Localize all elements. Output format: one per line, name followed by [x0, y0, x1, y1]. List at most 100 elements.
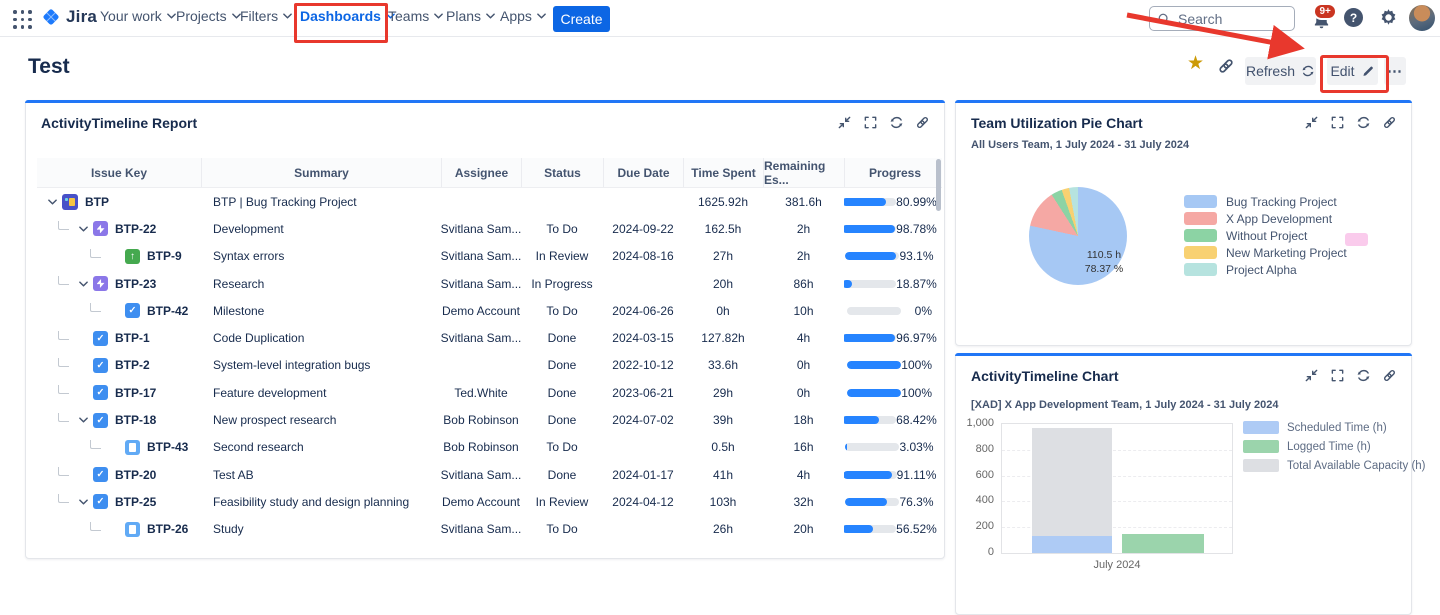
column-header[interactable]: Status: [521, 158, 603, 187]
collapse-icon[interactable]: [1304, 115, 1319, 130]
table-row[interactable]: ↑BTP-9Syntax errorsSvitlana Sam...In Rev…: [37, 243, 942, 270]
legend-item[interactable]: X App Development: [1184, 212, 1347, 225]
due-cell: 2024-01-17: [603, 468, 683, 482]
column-header[interactable]: Time Spent: [683, 158, 763, 187]
issue-key[interactable]: BTP: [85, 195, 109, 209]
issue-key-cell: ✓BTP-25: [37, 494, 201, 509]
refresh-icon[interactable]: [1356, 115, 1371, 130]
favorite-star-icon[interactable]: ★: [1187, 54, 1204, 73]
table-row[interactable]: ✓BTP-20Test ABSvitlana Sam...Done2024-01…: [37, 461, 942, 488]
nav-item-filters[interactable]: Filters: [240, 8, 292, 24]
issue-key[interactable]: BTP-1: [115, 331, 150, 345]
x-axis-label: July 2024: [1001, 559, 1233, 571]
link-icon[interactable]: [1382, 115, 1397, 130]
table-row[interactable]: BTPBTP | Bug Tracking Project1625.92h381…: [37, 188, 942, 215]
table-row[interactable]: ✓BTP-25Feasibility study and design plan…: [37, 488, 942, 515]
issue-key[interactable]: BTP-25: [115, 495, 156, 509]
refresh-icon[interactable]: [1356, 368, 1371, 383]
issue-key[interactable]: BTP-2: [115, 358, 150, 372]
issue-key[interactable]: BTP-42: [147, 304, 188, 318]
table-row[interactable]: BTP-23ResearchSvitlana Sam...In Progress…: [37, 270, 942, 297]
column-header[interactable]: Summary: [201, 158, 441, 187]
edit-button-label: Edit: [1330, 63, 1354, 79]
column-header[interactable]: Assignee: [441, 158, 521, 187]
search-box[interactable]: [1149, 6, 1295, 31]
nav-item-your-work[interactable]: Your work: [100, 8, 176, 24]
nav-item-label: Dashboards: [300, 8, 381, 24]
issue-key-cell: ✓BTP-42: [37, 303, 201, 318]
remaining-cell: 86h: [763, 277, 844, 291]
issue-key[interactable]: BTP-18: [115, 413, 156, 427]
nav-item-plans[interactable]: Plans: [446, 8, 495, 24]
table-scrollbar[interactable]: [936, 159, 941, 211]
legend-label: Total Available Capacity (h): [1287, 460, 1426, 472]
issue-key[interactable]: BTP-17: [115, 386, 156, 400]
legend-item[interactable]: Bug Tracking Project: [1184, 195, 1347, 208]
copy-link-icon[interactable]: [1217, 57, 1235, 75]
table-row[interactable]: ✓BTP-17Feature developmentTed.WhiteDone2…: [37, 379, 942, 406]
nav-item-apps[interactable]: Apps: [500, 8, 546, 24]
legend-item[interactable]: Logged Time (h): [1243, 440, 1426, 453]
table-row[interactable]: ✓BTP-2System-level integration bugsDone2…: [37, 352, 942, 379]
chevron-down-icon: [537, 13, 546, 19]
remaining-cell: 381.6h: [763, 195, 844, 209]
column-header[interactable]: Remaining Es...: [763, 158, 844, 187]
issue-key[interactable]: BTP-22: [115, 222, 156, 236]
app-switcher-icon[interactable]: [12, 9, 33, 30]
link-icon[interactable]: [915, 115, 930, 130]
search-input[interactable]: [1176, 10, 1280, 28]
expand-icon[interactable]: [1330, 368, 1345, 383]
column-header[interactable]: Progress: [844, 158, 942, 187]
refresh-button[interactable]: Refresh: [1245, 57, 1316, 85]
legend-item[interactable]: Project Alpha: [1184, 263, 1347, 276]
notifications-button[interactable]: 9+: [1310, 7, 1336, 33]
edit-button[interactable]: Edit: [1327, 57, 1378, 85]
expand-chevron-icon[interactable]: [75, 226, 91, 232]
summary-cell: Test AB: [201, 468, 441, 482]
assignee-cell: Svitlana Sam...: [441, 331, 521, 345]
table-row[interactable]: ✓BTP-1Code DuplicationSvitlana Sam...Don…: [37, 324, 942, 351]
expand-chevron-icon[interactable]: [44, 199, 60, 205]
nav-item-dashboards[interactable]: Dashboards: [300, 8, 395, 24]
expand-chevron-icon[interactable]: [75, 499, 91, 505]
tree-connector: [58, 358, 69, 367]
spent-cell: 39h: [683, 413, 763, 427]
help-button[interactable]: ?: [1344, 8, 1363, 27]
bar-chart-plot[interactable]: [1001, 423, 1233, 554]
expand-chevron-icon[interactable]: [75, 281, 91, 287]
nav-item-teams[interactable]: Teams: [388, 8, 443, 24]
settings-gear-icon[interactable]: [1379, 8, 1398, 27]
expand-chevron-icon[interactable]: [75, 417, 91, 423]
collapse-icon[interactable]: [837, 115, 852, 130]
expand-icon[interactable]: [1330, 115, 1345, 130]
expand-icon[interactable]: [863, 115, 878, 130]
issue-key[interactable]: BTP-26: [147, 522, 188, 536]
create-button[interactable]: Create: [553, 6, 610, 32]
legend-item[interactable]: Scheduled Time (h): [1243, 421, 1426, 434]
collapse-icon[interactable]: [1304, 368, 1319, 383]
table-row[interactable]: ✓BTP-18New prospect researchBob Robinson…: [37, 406, 942, 433]
issue-key[interactable]: BTP-43: [147, 440, 188, 454]
legend-item[interactable]: Total Available Capacity (h): [1243, 459, 1426, 472]
issue-key[interactable]: BTP-9: [147, 249, 182, 263]
progress-percent: 100%: [901, 358, 942, 372]
legend-item[interactable]: Without Project: [1184, 229, 1347, 242]
legend-item[interactable]: New Marketing Project: [1184, 246, 1347, 259]
issue-key[interactable]: BTP-20: [115, 468, 156, 482]
jira-logo[interactable]: Jira: [40, 6, 97, 28]
more-options-button[interactable]: ⋯: [1384, 57, 1406, 85]
table-row[interactable]: BTP-26StudySvitlana Sam...To Do26h20h56.…: [37, 516, 942, 543]
table-row[interactable]: BTP-22DevelopmentSvitlana Sam...To Do202…: [37, 215, 942, 242]
table-row[interactable]: BTP-43Second researchBob RobinsonTo Do0.…: [37, 434, 942, 461]
link-icon[interactable]: [1382, 368, 1397, 383]
epic-issue-icon: [93, 276, 108, 291]
column-header[interactable]: Due Date: [603, 158, 683, 187]
refresh-icon[interactable]: [889, 115, 904, 130]
column-header[interactable]: Issue Key: [37, 158, 201, 187]
nav-item-projects[interactable]: Projects: [176, 8, 241, 24]
assignee-cell: Svitlana Sam...: [441, 277, 521, 291]
user-avatar[interactable]: [1409, 5, 1435, 31]
table-row[interactable]: ✓BTP-42MilestoneDemo AccountTo Do2024-06…: [37, 297, 942, 324]
legend-swatch: [1184, 263, 1217, 276]
issue-key[interactable]: BTP-23: [115, 277, 156, 291]
